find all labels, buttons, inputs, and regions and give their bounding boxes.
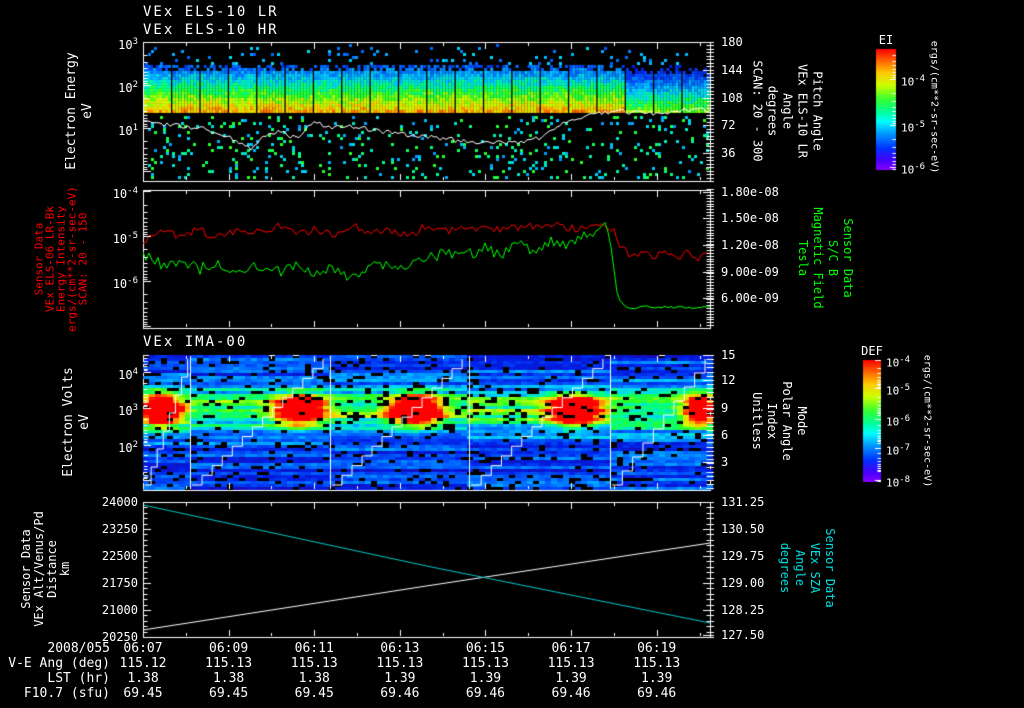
y-axis-right-tick-label: 36 [721, 146, 736, 161]
y-axis-right-tick-label: 1.20e-08 [721, 238, 779, 253]
table-cell: 115.13 [461, 656, 509, 671]
table-row-label: V-E Ang (deg) [8, 656, 110, 671]
y-axis-right-tick-label: 1.50e-08 [721, 211, 779, 225]
y-axis-tick-label: 104 [118, 367, 138, 382]
table-cell: 115.13 [547, 656, 595, 671]
panel2-left-axis-label: Sensor Data VEx ELS-06 LR-Bk Energy Inte… [32, 186, 90, 332]
panel3-left-axis-label: Electron Volts eV [61, 367, 92, 477]
table-cell: 115.13 [633, 656, 681, 671]
table-cell: 1.38 [212, 671, 245, 686]
y-axis-right-tick-label: 15 [721, 348, 736, 362]
plot-window: VEx ELS-10 LR VEx ELS-10 HR VEx IMA-00 E… [0, 0, 1024, 708]
colorbar-tick-label: 10-6 [901, 161, 926, 177]
y-axis-tick-label: 10-6 [112, 275, 138, 291]
panel1-title-line1: VEx ELS-10 LR [143, 4, 279, 20]
colorbar1-title: EI [878, 33, 894, 47]
y-axis-right-tick-label: 6.00e-09 [721, 291, 779, 306]
table-cell: 115.13 [205, 656, 253, 671]
x-axis-time-label: 06:15 [465, 641, 506, 656]
table-cell: 69.45 [209, 686, 249, 701]
y-axis-right-tick-label: 3 [721, 455, 729, 470]
y-axis-tick-label: 21750 [101, 576, 138, 590]
colorbar1-units-label: ergs/(cm**2-sr-sec-eV) [928, 40, 940, 174]
y-axis-right-tick-label: 130.50 [721, 522, 765, 536]
table-cell: 69.46 [637, 686, 677, 701]
table-cell: 69.46 [380, 686, 420, 701]
panel1-title-line2: VEx ELS-10 HR [143, 22, 279, 38]
y-axis-tick-label: 103 [118, 37, 138, 52]
y-axis-tick-label: 10-5 [112, 230, 138, 246]
y-axis-right-tick-label: 129.75 [721, 549, 765, 563]
table-cell: 1.39 [641, 671, 673, 686]
y-axis-tick-label: 102 [118, 79, 138, 95]
y-axis-right-tick-label: 9 [721, 401, 729, 416]
y-axis-right-tick-label: 129.00 [721, 576, 765, 590]
colorbar-tick-label: 10-7 [886, 442, 911, 458]
panel1-left-axis-label: Electron Energy eV [64, 52, 95, 170]
y-axis-tick-label: 101 [118, 123, 138, 139]
colorbar-tick-label: 10-6 [886, 413, 911, 429]
x-axis-time-label: 06:19 [637, 641, 677, 656]
colorbar-tick-label: 10-4 [901, 74, 926, 89]
y-axis-right-tick-label: 108 [721, 90, 743, 105]
panel4-right-axis-label: Sensor Data VEx SZA Angle degrees [778, 528, 837, 608]
panel3-title: VEx IMA-00 [143, 334, 248, 350]
y-axis-tick-label: 103 [118, 403, 138, 419]
colorbar-tick-label: 10-5 [886, 383, 911, 398]
y-axis-tick-label: 24000 [101, 495, 138, 509]
table-cell: 69.45 [123, 686, 163, 701]
y-axis-tick-label: 22500 [101, 549, 138, 563]
y-axis-tick-label: 10-4 [112, 185, 138, 201]
table-cell: 115.12 [119, 656, 167, 671]
y-axis-right-tick-label: 127.50 [721, 627, 765, 642]
y-axis-right-tick-label: 131.25 [721, 495, 765, 509]
y-axis-right-tick-label: 72 [721, 118, 736, 133]
x-axis-time-label: 06:13 [380, 641, 420, 656]
panel3-right-axis-label: Mode Polar Angle Index Unitless [750, 381, 809, 461]
y-axis-right-tick-label: 9.00e-09 [721, 264, 779, 279]
colorbar-tick-label: 10-4 [886, 355, 911, 370]
colorbar-tick-label: 10-8 [886, 474, 911, 490]
table-row-label: LST (hr) [47, 671, 110, 686]
table-cell: 1.39 [384, 671, 416, 686]
y-axis-right-tick-label: 128.25 [721, 603, 765, 617]
table-row-label: F10.7 (sfu) [23, 686, 110, 701]
table-cell: 69.46 [465, 686, 506, 701]
y-axis-right-tick-label: 1.80e-08 [721, 184, 779, 199]
x-axis-time-label: 06:09 [209, 641, 249, 656]
table-cell: 1.39 [469, 671, 502, 686]
table-row-label: 2008/055 [47, 641, 110, 656]
table-cell: 115.13 [290, 656, 338, 671]
y-axis-tick-label: 21000 [101, 603, 138, 617]
y-axis-right-tick-label: 6 [721, 428, 729, 443]
y-axis-tick-label: 23250 [101, 522, 138, 536]
table-cell: 69.46 [551, 686, 591, 701]
y-axis-right-tick-label: 144 [721, 62, 743, 77]
table-cell: 69.45 [294, 686, 334, 701]
panel4-left-axis-label: Sensor Data VEx Alt/Venus/Pd Distance km [19, 511, 72, 627]
x-axis-time-label: 06:11 [294, 641, 334, 656]
y-axis-right-tick-label: 12 [721, 372, 736, 387]
y-axis-tick-label: 102 [118, 440, 138, 456]
table-cell: 115.13 [376, 656, 424, 671]
x-axis-time-label: 06:07 [123, 641, 163, 656]
table-cell: 1.38 [298, 671, 330, 686]
x-axis-time-label: 06:17 [551, 641, 591, 656]
colorbar2-title: DEF [861, 344, 883, 358]
colorbar-tick-label: 10-5 [901, 119, 926, 135]
y-axis-right-tick-label: 180 [721, 35, 743, 49]
table-cell: 1.39 [555, 671, 587, 686]
table-cell: 1.38 [127, 671, 159, 686]
